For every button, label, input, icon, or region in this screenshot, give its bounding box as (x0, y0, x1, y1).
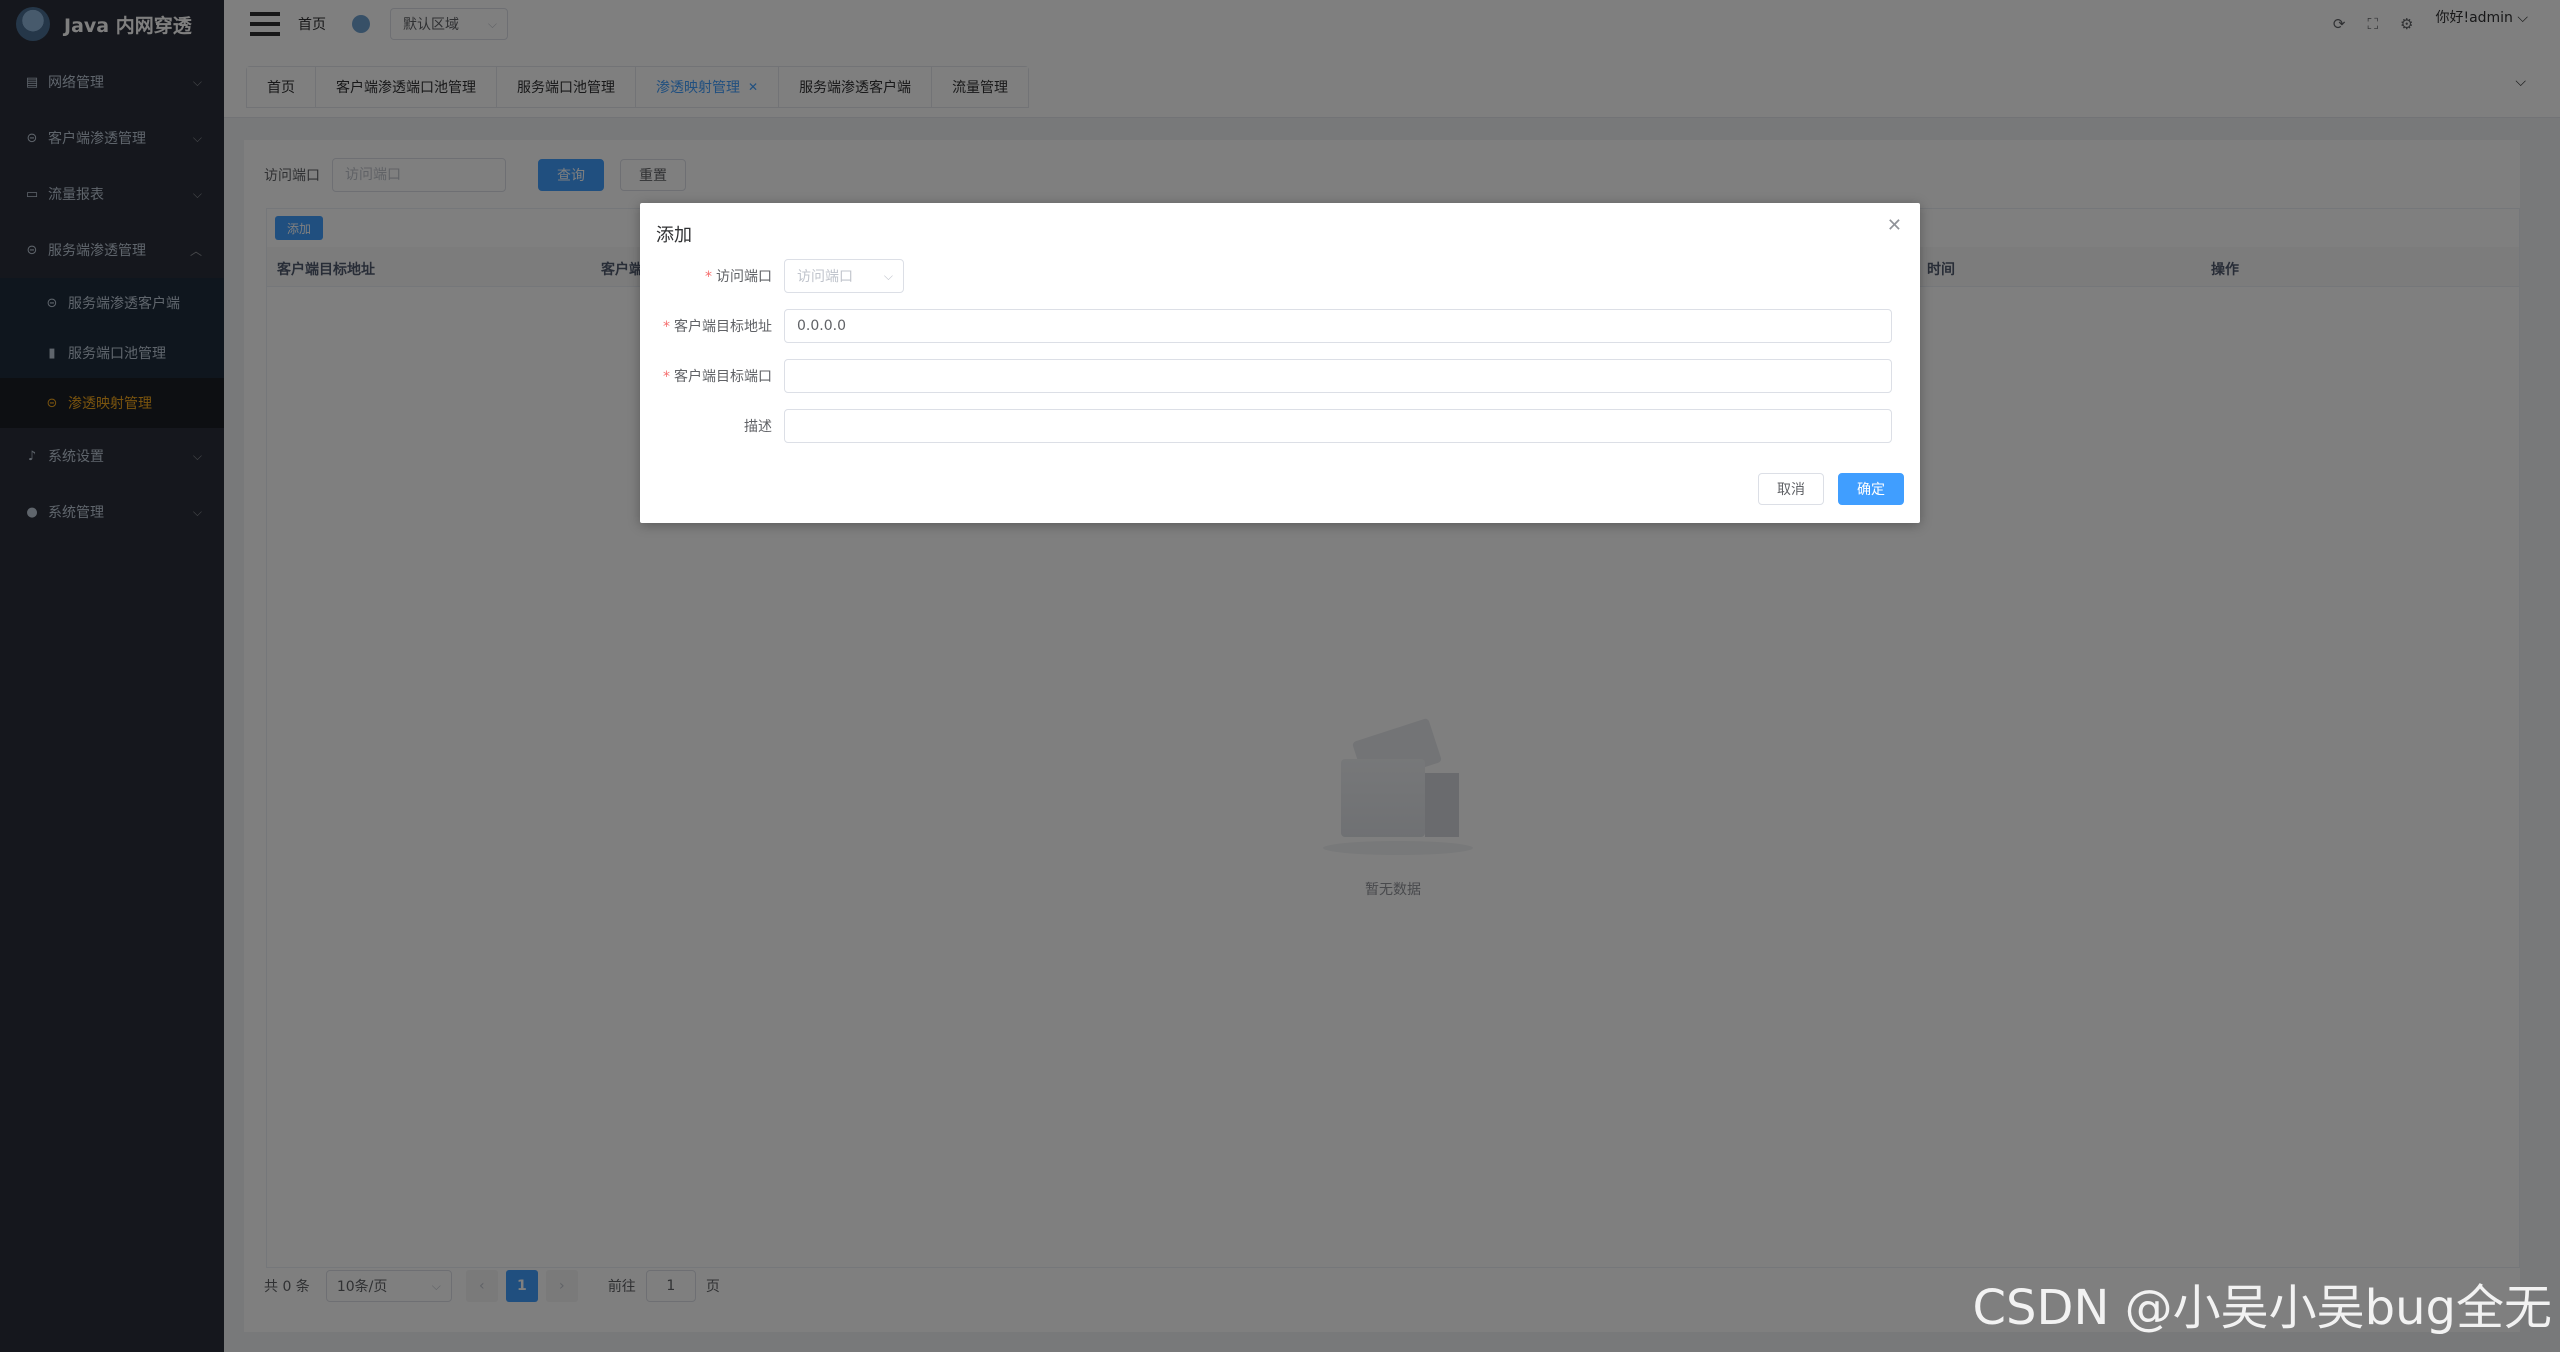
add-dialog: 添加 ✕ *访问端口 访问端口 ⌵ *客户端目标地址 *客户端目标端口 描述 取… (640, 203, 1920, 523)
target-port-input[interactable] (784, 359, 1892, 393)
dialog-footer: 取消 确定 (1758, 473, 1904, 505)
form-label: 描述 (744, 419, 772, 435)
dialog-title: 添加 (656, 225, 692, 246)
form-label: * 客户端目标端口 (663, 369, 772, 385)
access-port-select[interactable]: 访问端口 ⌵ (784, 259, 904, 293)
form-row-target-port: * 客户端目标端口 (640, 359, 1920, 393)
description-input[interactable] (784, 409, 1892, 443)
form-label: * 访问端口 (705, 269, 772, 285)
form-row-target-address: * 客户端目标地址 (640, 309, 1920, 343)
form-label: * 客户端目标地址 (663, 319, 772, 335)
target-address-input[interactable] (784, 309, 1892, 343)
confirm-button[interactable]: 确定 (1838, 473, 1904, 505)
form-row-description: 描述 (640, 409, 1920, 443)
watermark: CSDN @小吴小吴bug全无 (1972, 1280, 2552, 1336)
chevron-down-icon: ⌵ (883, 268, 893, 283)
close-icon[interactable]: ✕ (1887, 215, 1902, 236)
access-port-placeholder: 访问端口 (797, 269, 853, 285)
form-row-access-port: * 访问端口 访问端口 ⌵ (640, 259, 1920, 293)
cancel-button[interactable]: 取消 (1758, 473, 1824, 505)
